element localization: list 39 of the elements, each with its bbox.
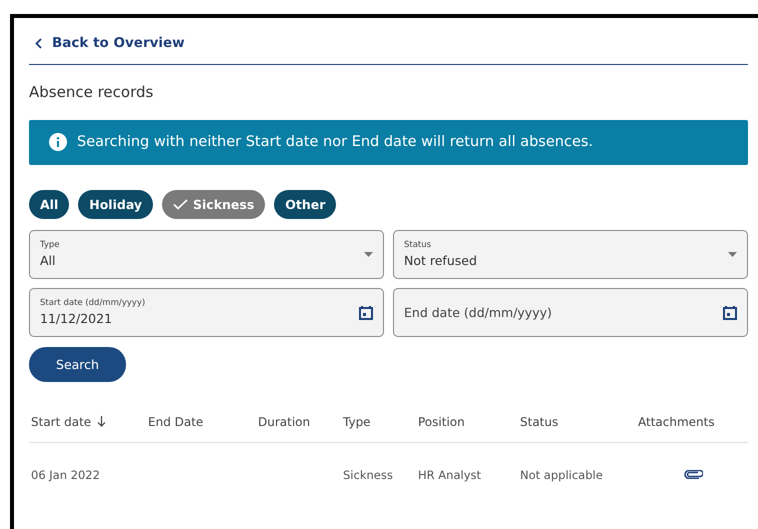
column-header[interactable]: Start date bbox=[31, 414, 92, 428]
dropdown-caret-icon bbox=[364, 252, 373, 256]
column-header: Duration bbox=[258, 414, 310, 428]
sort-down-arrow-icon bbox=[97, 416, 106, 427]
field-label: Type bbox=[40, 240, 61, 250]
field-label: Start date (dd/mm/yyyy) bbox=[40, 298, 146, 308]
chevron-left-icon bbox=[35, 38, 42, 48]
filter-chip[interactable]: All bbox=[29, 190, 70, 218]
info-text: Searching with neither Start date nor End date will return all absences. bbox=[77, 134, 594, 150]
dropdown-caret-icon bbox=[728, 252, 737, 256]
date-field[interactable]: Start date (dd/mm/yyyy) 11/12/2021 bbox=[29, 288, 384, 336]
field-value: 11/12/2021 bbox=[40, 311, 114, 326]
page-heading: Absence records bbox=[29, 82, 154, 100]
calendar-icon bbox=[359, 304, 373, 320]
field-value: Not refused bbox=[404, 253, 478, 268]
filter-chip[interactable]: Other bbox=[274, 190, 336, 218]
table-cell-text: HR Analyst bbox=[418, 468, 482, 482]
date-field[interactable]: End date (dd/mm/yyyy) bbox=[393, 288, 748, 336]
info-icon bbox=[49, 133, 67, 151]
search-button[interactable]: Search bbox=[29, 346, 126, 382]
table-cell-text: 06 Jan 2022 bbox=[31, 468, 101, 482]
filter-chip[interactable]: Holiday bbox=[78, 190, 154, 218]
column-header: Position bbox=[418, 414, 465, 428]
filter-chip[interactable]: Sickness bbox=[162, 190, 266, 218]
field-placeholder: End date (dd/mm/yyyy) bbox=[404, 304, 553, 320]
select-field[interactable]: Type All bbox=[29, 230, 384, 278]
table-cell-text: Not applicable bbox=[520, 468, 604, 482]
field-label: Status bbox=[404, 240, 432, 250]
back-link[interactable]: Back to Overview bbox=[29, 32, 185, 51]
select-field[interactable]: Status Not refused bbox=[393, 230, 748, 278]
check-icon bbox=[173, 198, 188, 210]
table-cell-text: Sickness bbox=[343, 468, 394, 482]
field-value: All bbox=[40, 253, 56, 268]
column-header: Status bbox=[520, 414, 558, 428]
column-header: Type bbox=[343, 414, 371, 428]
paperclip-icon[interactable] bbox=[684, 470, 702, 479]
column-header: Attachments bbox=[638, 414, 715, 428]
column-header: End Date bbox=[148, 414, 204, 428]
calendar-icon bbox=[723, 304, 737, 320]
